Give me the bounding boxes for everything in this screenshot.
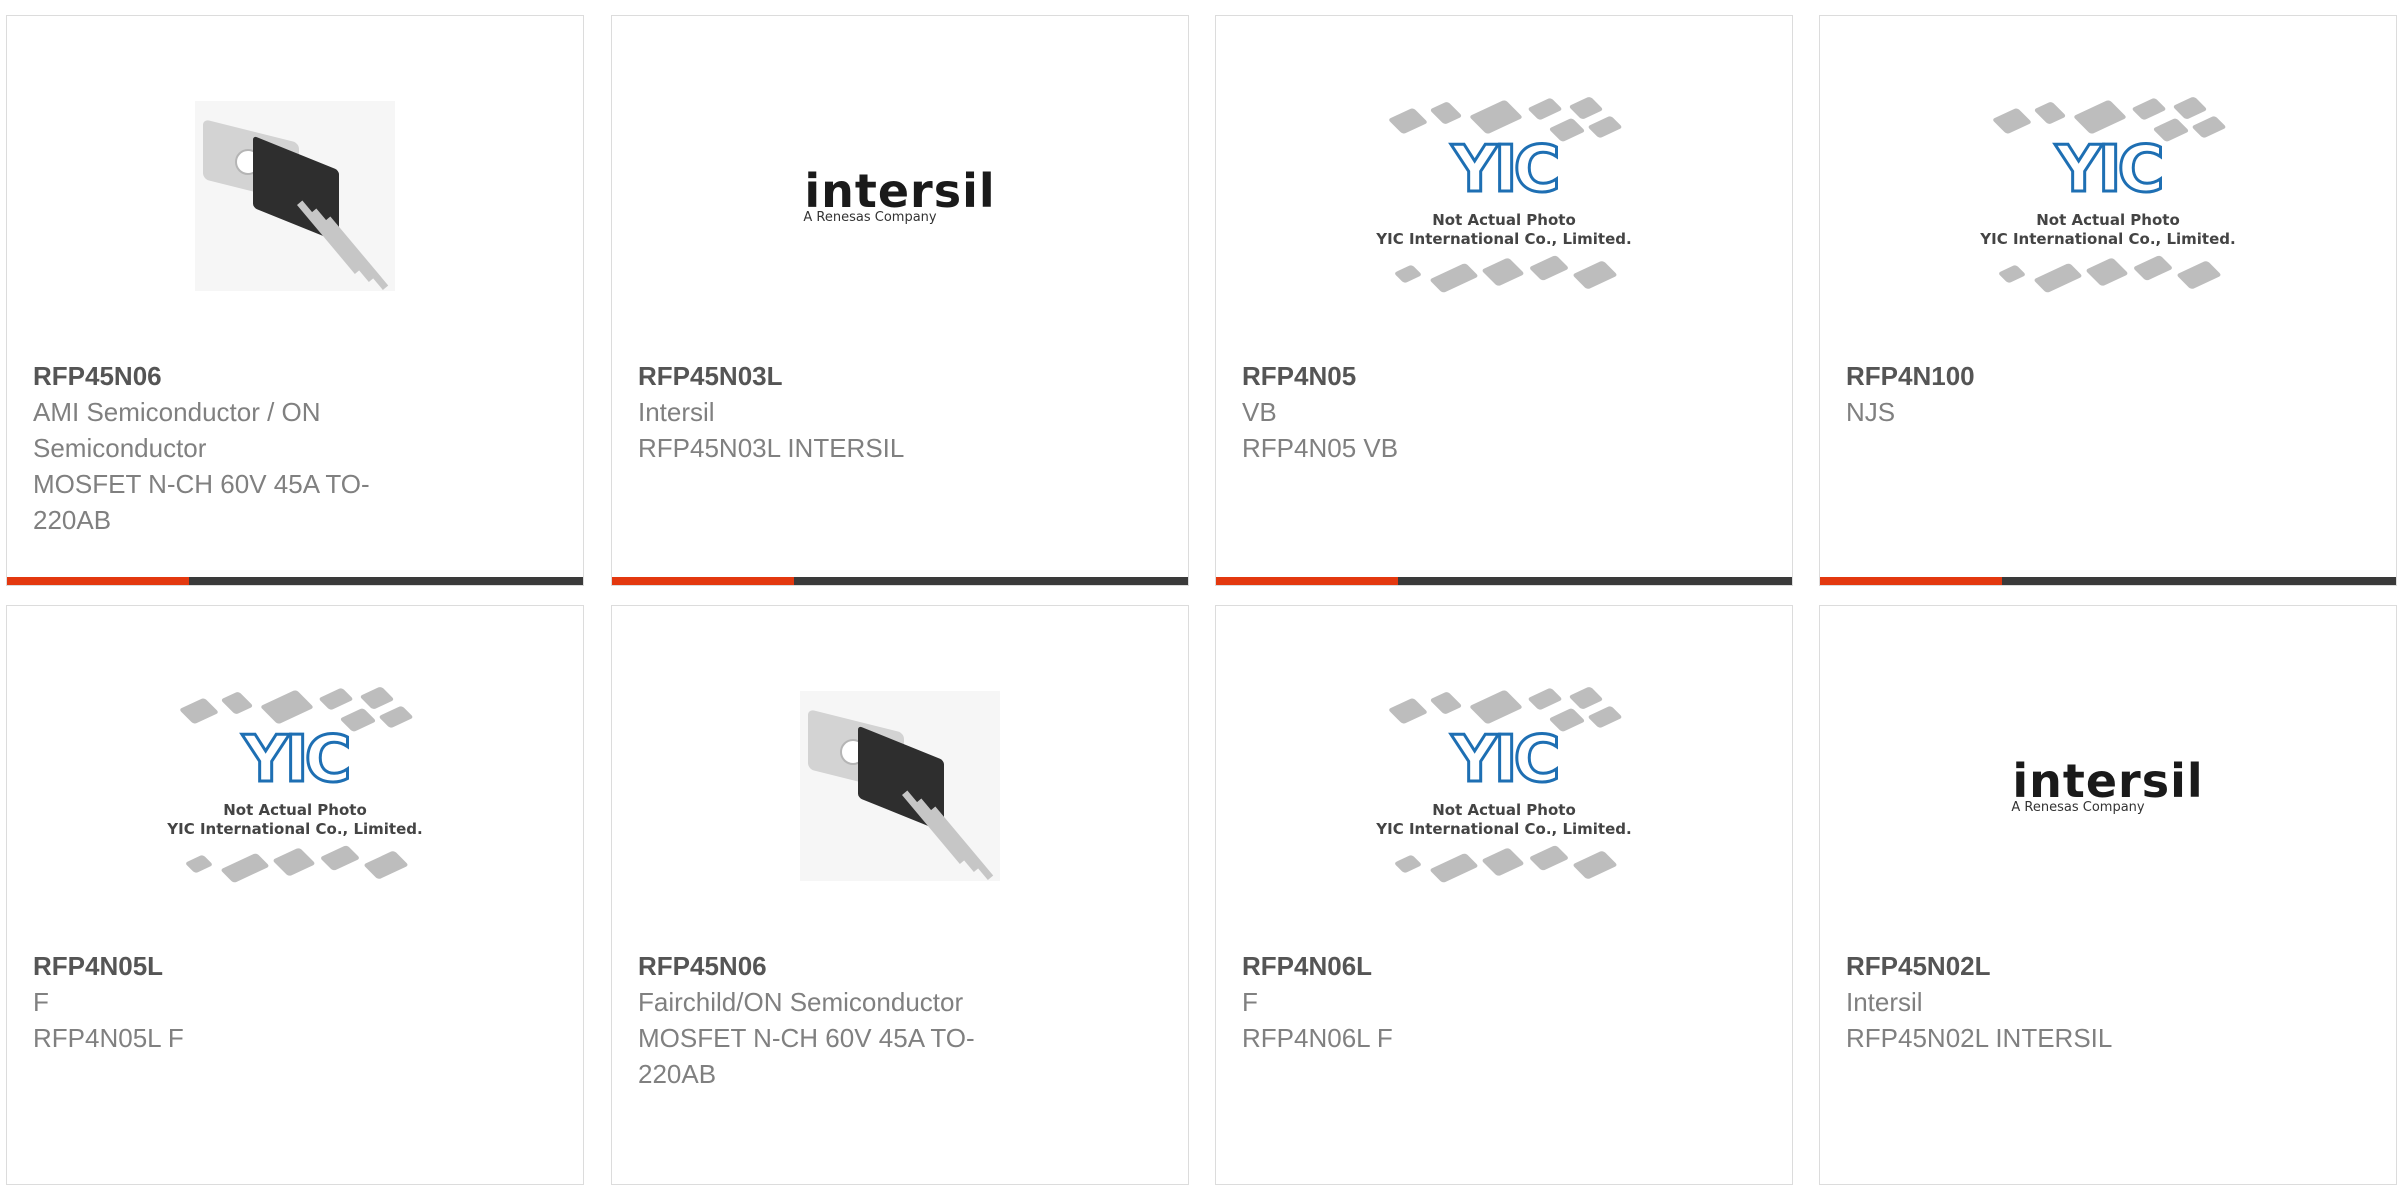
product-image[interactable]: YIC Not Actual Photo YIC International C… bbox=[1820, 86, 2396, 306]
description: RFP4N06L F bbox=[1242, 1023, 1393, 1053]
product-image[interactable]: YIC Not Actual Photo YIC International C… bbox=[7, 676, 583, 896]
placeholder-caption-company: YIC International Co., Limited. bbox=[167, 820, 423, 838]
part-number[interactable]: RFP45N06 bbox=[638, 948, 1038, 984]
manufacturer: F bbox=[33, 987, 49, 1017]
card-footer-bar bbox=[1216, 577, 1792, 585]
manufacturer: VB bbox=[1242, 397, 1277, 427]
product-card[interactable]: intersil A Renesas Company RFP45N02L Int… bbox=[1819, 605, 2397, 1185]
placeholder-caption: Not Actual Photo bbox=[223, 801, 367, 819]
placeholder-caption-company: YIC International Co., Limited. bbox=[1376, 820, 1632, 838]
manufacturer: AMI Semiconductor / ON bbox=[33, 397, 321, 427]
product-card[interactable]: YIC Not Actual Photo YIC International C… bbox=[1819, 15, 2397, 586]
to220-transistor-image bbox=[800, 691, 1000, 881]
placeholder-caption: Not Actual Photo bbox=[1432, 801, 1576, 819]
card-accent-bar bbox=[1216, 577, 1398, 585]
part-number[interactable]: RFP4N100 bbox=[1846, 358, 2246, 394]
product-image[interactable]: intersil A Renesas Company bbox=[612, 86, 1188, 306]
card-footer-bar bbox=[7, 577, 583, 585]
part-number[interactable]: RFP4N06L bbox=[1242, 948, 1642, 984]
card-footer-bar bbox=[612, 577, 1188, 585]
card-accent-bar bbox=[612, 577, 794, 585]
product-card[interactable]: RFP45N06 Fairchild/ON Semiconductor MOSF… bbox=[611, 605, 1189, 1185]
description: RFP4N05 VB bbox=[1242, 433, 1399, 463]
product-image[interactable]: intersil A Renesas Company bbox=[1820, 676, 2396, 896]
to220-transistor-image bbox=[195, 101, 395, 291]
placeholder-caption-company: YIC International Co., Limited. bbox=[1376, 230, 1632, 248]
card-accent-bar bbox=[1820, 577, 2002, 585]
manufacturer: Intersil bbox=[1846, 987, 1923, 1017]
product-card[interactable]: YIC Not Actual Photo YIC International C… bbox=[6, 605, 584, 1185]
manufacturer-cont: Semiconductor bbox=[33, 433, 207, 463]
description: MOSFET N-CH 60V 45A TO- bbox=[33, 469, 370, 499]
product-card[interactable]: intersil A Renesas Company RFP45N03L Int… bbox=[611, 15, 1189, 586]
intersil-logo: intersil A Renesas Company bbox=[803, 163, 996, 225]
description: RFP45N02L INTERSIL bbox=[1846, 1023, 2113, 1053]
manufacturer: F bbox=[1242, 987, 1258, 1017]
description: MOSFET N-CH 60V 45A TO- bbox=[638, 1023, 975, 1053]
manufacturer: NJS bbox=[1846, 397, 1896, 427]
description: RFP4N05L F bbox=[33, 1023, 184, 1053]
manufacturer: Intersil bbox=[638, 397, 715, 427]
manufacturer: Fairchild/ON Semiconductor bbox=[638, 987, 964, 1017]
yic-logo: YIC bbox=[241, 722, 353, 799]
description: RFP45N03L INTERSIL bbox=[638, 433, 905, 463]
part-number[interactable]: RFP45N06 bbox=[33, 358, 433, 394]
placeholder-caption-company: YIC International Co., Limited. bbox=[1980, 230, 2236, 248]
yic-placeholder-image: YIC Not Actual Photo YIC International C… bbox=[155, 671, 435, 901]
yic-logo: YIC bbox=[2054, 132, 2166, 209]
yic-placeholder-image: YIC Not Actual Photo YIC International C… bbox=[1364, 671, 1644, 901]
product-image[interactable]: YIC Not Actual Photo YIC International C… bbox=[1216, 86, 1792, 306]
card-accent-bar bbox=[7, 577, 189, 585]
product-card[interactable]: YIC Not Actual Photo YIC International C… bbox=[1215, 15, 1793, 586]
product-image[interactable] bbox=[7, 86, 583, 306]
part-number[interactable]: RFP4N05 bbox=[1242, 358, 1642, 394]
product-image[interactable]: YIC Not Actual Photo YIC International C… bbox=[1216, 676, 1792, 896]
product-card[interactable]: RFP45N06 AMI Semiconductor / ON Semicond… bbox=[6, 15, 584, 586]
card-footer-bar bbox=[1820, 577, 2396, 585]
description-cont: 220AB bbox=[33, 505, 112, 535]
placeholder-caption: Not Actual Photo bbox=[2036, 211, 2180, 229]
yic-placeholder-image: YIC Not Actual Photo YIC International C… bbox=[1968, 81, 2248, 311]
part-number[interactable]: RFP45N03L bbox=[638, 358, 1038, 394]
part-number[interactable]: RFP45N02L bbox=[1846, 948, 2246, 984]
yic-logo: YIC bbox=[1450, 132, 1562, 209]
yic-logo: YIC bbox=[1450, 722, 1562, 799]
product-card[interactable]: YIC Not Actual Photo YIC International C… bbox=[1215, 605, 1793, 1185]
part-number[interactable]: RFP4N05L bbox=[33, 948, 433, 984]
intersil-logo: intersil A Renesas Company bbox=[2011, 753, 2204, 815]
yic-placeholder-image: YIC Not Actual Photo YIC International C… bbox=[1364, 81, 1644, 311]
placeholder-caption: Not Actual Photo bbox=[1432, 211, 1576, 229]
description-cont: 220AB bbox=[638, 1059, 717, 1089]
product-image[interactable] bbox=[612, 676, 1188, 896]
